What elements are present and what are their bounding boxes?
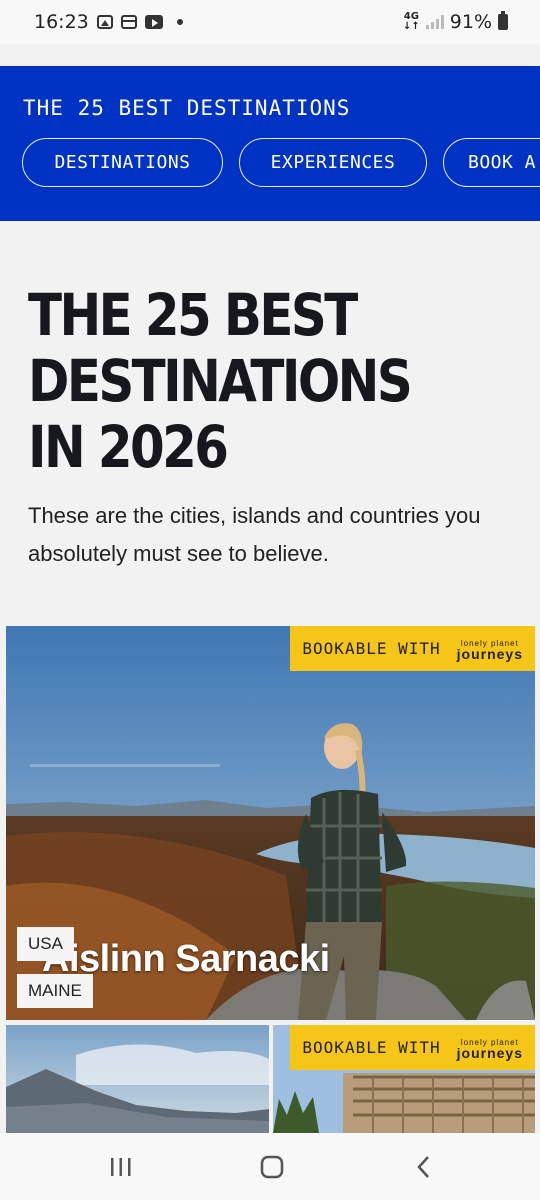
recents-icon — [111, 1157, 131, 1176]
lonely-planet-journeys-logo: lonely planet journeys — [456, 638, 523, 662]
tab-destinations[interactable]: DESTINATIONS — [22, 138, 223, 187]
battery-percent: 91% — [449, 11, 492, 33]
signal-icon — [425, 15, 444, 29]
bookable-badge: BOOKABLE WITH lonely planet journeys — [290, 626, 535, 671]
clock: 16:23 — [34, 11, 89, 33]
region-tag: MAINE — [17, 974, 93, 1008]
bookable-badge: BOOKABLE WITH lonely planet journeys — [290, 1025, 535, 1070]
section-title: THE 25 BEST DESTINATIONS — [23, 96, 351, 120]
section-header: THE 25 BEST DESTINATIONS DESTINATIONS EX… — [0, 66, 540, 221]
battery-icon — [498, 11, 508, 30]
back-button[interactable] — [374, 1133, 474, 1200]
tab-book-a-trip[interactable]: BOOK A TRIP — [443, 138, 540, 187]
home-button[interactable] — [222, 1133, 322, 1200]
page-subtitle: These are the cities, islands and countr… — [28, 503, 481, 566]
country-tag: USA — [17, 927, 74, 961]
back-icon — [417, 1155, 429, 1178]
card-image — [6, 1025, 269, 1133]
recents-button[interactable] — [71, 1133, 171, 1200]
destination-card-maine[interactable]: BOOKABLE WITH lonely planet journeys Ais… — [6, 626, 535, 1020]
page-title: THE 25 BEST DESTINATIONS IN 2026 — [28, 281, 413, 481]
lonely-planet-journeys-logo: lonely planet journeys — [456, 1037, 523, 1061]
youtube-icon — [144, 15, 163, 29]
gallery-icon — [96, 15, 113, 29]
status-bar: 16:23 4G ↓↑ 91% — [0, 0, 540, 44]
destination-card-temple[interactable]: BOOKABLE WITH lonely planet journeys — [273, 1025, 535, 1133]
network-type: 4G ↓↑ — [403, 11, 420, 32]
home-icon — [260, 1155, 284, 1178]
tab-experiences[interactable]: EXPERIENCES — [239, 138, 427, 187]
notification-dot-icon — [176, 19, 183, 25]
calendar-icon — [120, 15, 137, 29]
destination-card-mountains[interactable] — [6, 1025, 269, 1133]
system-nav-bar — [0, 1133, 540, 1200]
